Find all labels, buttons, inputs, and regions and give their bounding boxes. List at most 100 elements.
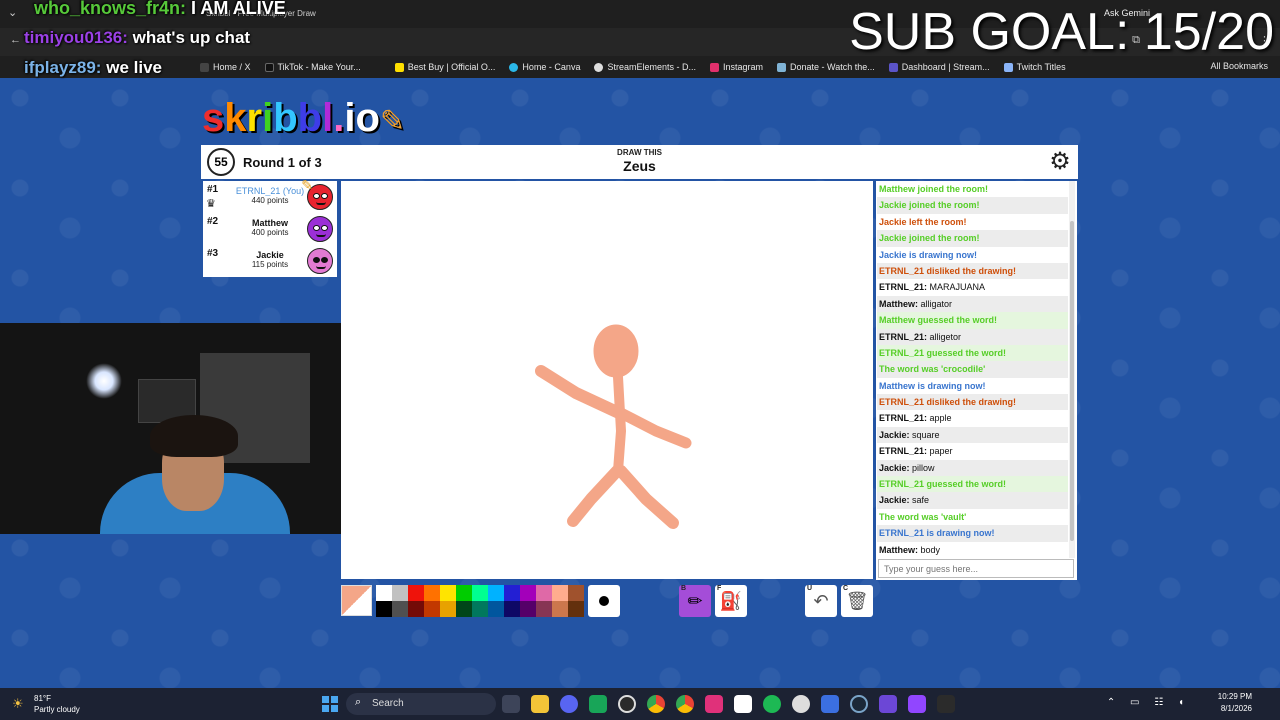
windows-start-icon[interactable] bbox=[322, 696, 338, 712]
color-swatch[interactable] bbox=[456, 585, 472, 601]
app-icon[interactable] bbox=[705, 695, 723, 713]
chat-message-author: ETRNL_21: bbox=[879, 413, 928, 424]
chat-message-author: Matthew: bbox=[879, 544, 918, 555]
pen-tool-button[interactable]: B ✏ bbox=[679, 585, 711, 617]
discord-icon[interactable] bbox=[560, 695, 578, 713]
color-swatch[interactable] bbox=[392, 585, 408, 601]
taskbar-clock[interactable]: 10:29 PM 8/1/2026 bbox=[1218, 691, 1252, 715]
clear-button[interactable]: C 🗑 bbox=[841, 585, 873, 617]
chat-message-author: ETRNL_21: bbox=[879, 282, 928, 293]
pencil-icon: ✏ bbox=[687, 591, 703, 611]
weather-description: Partly cloudy bbox=[34, 705, 80, 714]
undo-button[interactable]: U ↶ bbox=[805, 585, 837, 617]
back-arrow-icon[interactable]: ← bbox=[10, 34, 21, 46]
guess-input[interactable] bbox=[878, 559, 1074, 578]
chatgpt-icon[interactable] bbox=[792, 695, 810, 713]
chat-message: Jackie: safe bbox=[877, 492, 1068, 509]
webcam-person-hair bbox=[150, 415, 238, 457]
color-swatch[interactable] bbox=[424, 585, 440, 601]
color-swatch[interactable] bbox=[488, 601, 504, 617]
chevron-down-icon[interactable]: ⌄ bbox=[8, 6, 17, 19]
bookmark-item[interactable]: Instagram bbox=[709, 62, 763, 72]
drawing-head bbox=[593, 324, 639, 378]
twitch-icon[interactable] bbox=[908, 695, 926, 713]
chat-scrollbar-thumb[interactable] bbox=[1070, 221, 1074, 541]
color-swatch[interactable] bbox=[408, 585, 424, 601]
bookmark-item[interactable]: TikTok - Make Your... bbox=[264, 62, 361, 72]
drawing-right-leg bbox=[615, 465, 679, 529]
app-icon[interactable] bbox=[879, 695, 897, 713]
chat-message: ETRNL_21 is drawing now! bbox=[877, 525, 1068, 542]
bookmark-item[interactable]: StreamElements - D... bbox=[594, 62, 696, 72]
bookmark-item[interactable]: Best Buy | Official O... bbox=[394, 62, 495, 72]
overlay-chat-user: timiyou0136: bbox=[24, 28, 128, 47]
bookmark-item[interactable]: Donate - Watch the... bbox=[777, 62, 875, 72]
color-swatch[interactable] bbox=[472, 585, 488, 601]
chat-message-text: MARAJUANA bbox=[927, 282, 986, 293]
system-tray[interactable]: ⌃ ▭ ☷ ◖ bbox=[1107, 697, 1190, 708]
spotify-icon[interactable] bbox=[763, 695, 781, 713]
chrome-icon[interactable] bbox=[647, 695, 665, 713]
color-swatch[interactable] bbox=[552, 585, 568, 601]
color-swatch[interactable] bbox=[424, 601, 440, 617]
weather-widget[interactable]: ☀ 81°F Partly cloudy bbox=[12, 692, 92, 716]
chat-message: ETRNL_21: paper bbox=[877, 443, 1068, 459]
weather-temperature: 81°F bbox=[34, 694, 51, 703]
color-swatch[interactable] bbox=[536, 585, 552, 601]
chat-message: Matthew: alligator bbox=[877, 295, 1068, 313]
file-explorer-icon[interactable] bbox=[531, 695, 549, 713]
color-swatch[interactable] bbox=[504, 585, 520, 601]
color-swatch[interactable] bbox=[472, 601, 488, 617]
color-swatch[interactable] bbox=[392, 601, 408, 617]
color-swatch[interactable] bbox=[440, 585, 456, 601]
taskbar-time: 10:29 PM bbox=[1217, 692, 1252, 701]
overlay-chat-text: I AM ALIVE bbox=[191, 0, 286, 18]
chat-message-text: body bbox=[918, 544, 941, 555]
taskbar-search[interactable]: ⌕ Search bbox=[346, 693, 496, 715]
app-icon[interactable] bbox=[821, 695, 839, 713]
chat-message: Jackie: pillow bbox=[877, 459, 1068, 477]
task-view-icon[interactable] bbox=[502, 695, 520, 713]
player-rank: #1 bbox=[207, 184, 219, 195]
color-swatch[interactable] bbox=[520, 601, 536, 617]
color-swatch[interactable] bbox=[568, 601, 584, 617]
bookmark-item[interactable]: Dashboard | Stream... bbox=[888, 62, 990, 72]
overlay-chat-line: timiyou0136: what's up chat bbox=[24, 28, 250, 48]
color-swatch[interactable] bbox=[520, 585, 536, 601]
color-swatch[interactable] bbox=[568, 585, 584, 601]
bookmark-item[interactable]: Home - Canva bbox=[509, 62, 580, 72]
all-bookmarks-button[interactable]: All Bookmarks bbox=[1210, 61, 1268, 71]
color-swatch[interactable] bbox=[376, 601, 392, 617]
fill-tool-button[interactable]: F ⛽ bbox=[715, 585, 747, 617]
chrome-profile-icon[interactable] bbox=[676, 695, 694, 713]
bookmark-item[interactable]: Home / X bbox=[200, 62, 251, 72]
app-icon[interactable] bbox=[937, 695, 955, 713]
color-swatch[interactable] bbox=[440, 601, 456, 617]
current-color-preview bbox=[341, 585, 372, 616]
color-swatch[interactable] bbox=[408, 601, 424, 617]
obs-icon[interactable] bbox=[618, 695, 636, 713]
color-swatch[interactable] bbox=[456, 601, 472, 617]
color-swatch[interactable] bbox=[552, 601, 568, 617]
pencil-icon: ✎ bbox=[301, 177, 313, 193]
color-swatch[interactable] bbox=[376, 585, 392, 601]
color-swatch[interactable] bbox=[536, 601, 552, 617]
steam-icon[interactable] bbox=[850, 695, 868, 713]
undo-icon: ↶ bbox=[813, 591, 829, 611]
player-row[interactable]: #3 Jackie 115 points bbox=[203, 245, 337, 277]
donate-icon bbox=[777, 62, 787, 72]
bookmark-item[interactable]: Twitch Titles bbox=[1003, 62, 1066, 72]
player-row[interactable]: #2 Matthew 400 points bbox=[203, 213, 337, 245]
clear-shortcut: C bbox=[843, 585, 849, 592]
drawing-canvas[interactable] bbox=[341, 181, 873, 579]
capcut-icon[interactable] bbox=[734, 695, 752, 713]
color-swatch[interactable] bbox=[504, 601, 520, 617]
color-swatch[interactable] bbox=[488, 585, 504, 601]
search-icon: ⌕ bbox=[355, 696, 362, 708]
xbox-app-icon[interactable] bbox=[589, 695, 607, 713]
brush-size-button[interactable] bbox=[588, 585, 620, 617]
player-row[interactable]: #1 ♛ ETRNL_21 (You) 440 points ✎ bbox=[203, 177, 337, 213]
chat-message: Jackie left the room! bbox=[879, 216, 967, 227]
chat-message-text: safe bbox=[909, 495, 930, 506]
settings-gear-icon[interactable]: ⚙ bbox=[1046, 148, 1074, 176]
